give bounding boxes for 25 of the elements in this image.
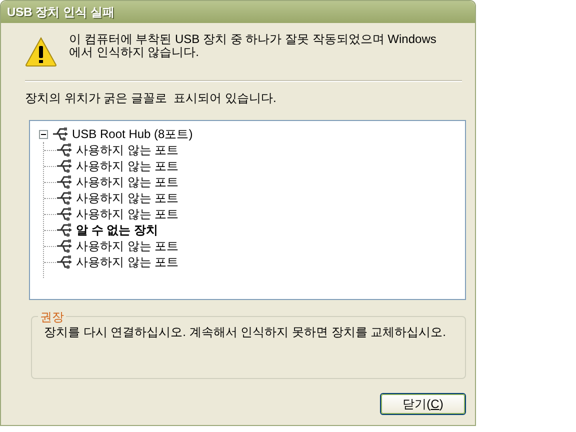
usb-icon: [56, 239, 72, 253]
usb-icon: [52, 127, 68, 141]
tree-item[interactable]: 사용하지 않는 포트: [76, 173, 179, 191]
warning-icon: [25, 37, 57, 67]
tree-item[interactable]: USB Root Hub (8포트): [72, 125, 193, 143]
usb-icon: [56, 143, 72, 157]
collapse-toggle[interactable]: [39, 130, 48, 138]
tree-item[interactable]: 사용하지 않는 포트: [76, 237, 179, 255]
recommendation-text: 장치를 다시 연결하십시오. 계속해서 인식하지 못하면 장치를 교체하십시오.: [44, 326, 448, 339]
window-title: USB 장치 인식 실패: [7, 4, 114, 21]
warning-message: 이 컴퓨터에 부착된 USB 장치 중 하나가 잘못 작동되었으며 Windows 에서 인식하지 않습니다.: [69, 33, 438, 61]
tree-item[interactable]: 사용하지 않는 포트: [76, 189, 179, 207]
usb-icon: [56, 159, 72, 173]
tree-item[interactable]: 사용하지 않는 포트: [76, 205, 179, 223]
tree-item[interactable]: 사용하지 않는 포트: [76, 157, 179, 175]
usb-icon: [56, 191, 72, 205]
usb-icon: [56, 175, 72, 189]
close-button[interactable]: 닫기(C): [380, 393, 466, 415]
usb-icon: [56, 255, 72, 269]
tree-item[interactable]: 사용하지 않는 포트: [76, 253, 179, 271]
tree-item[interactable]: 사용하지 않는 포트: [76, 141, 179, 159]
hint-text: 장치의 위치가 굵은 글꼴로 표시되어 있습니다.: [25, 90, 278, 107]
usb-icon: [56, 207, 72, 221]
tree-item[interactable]: 알 수 없는 장치: [76, 221, 158, 239]
usb-icon: [56, 223, 72, 237]
